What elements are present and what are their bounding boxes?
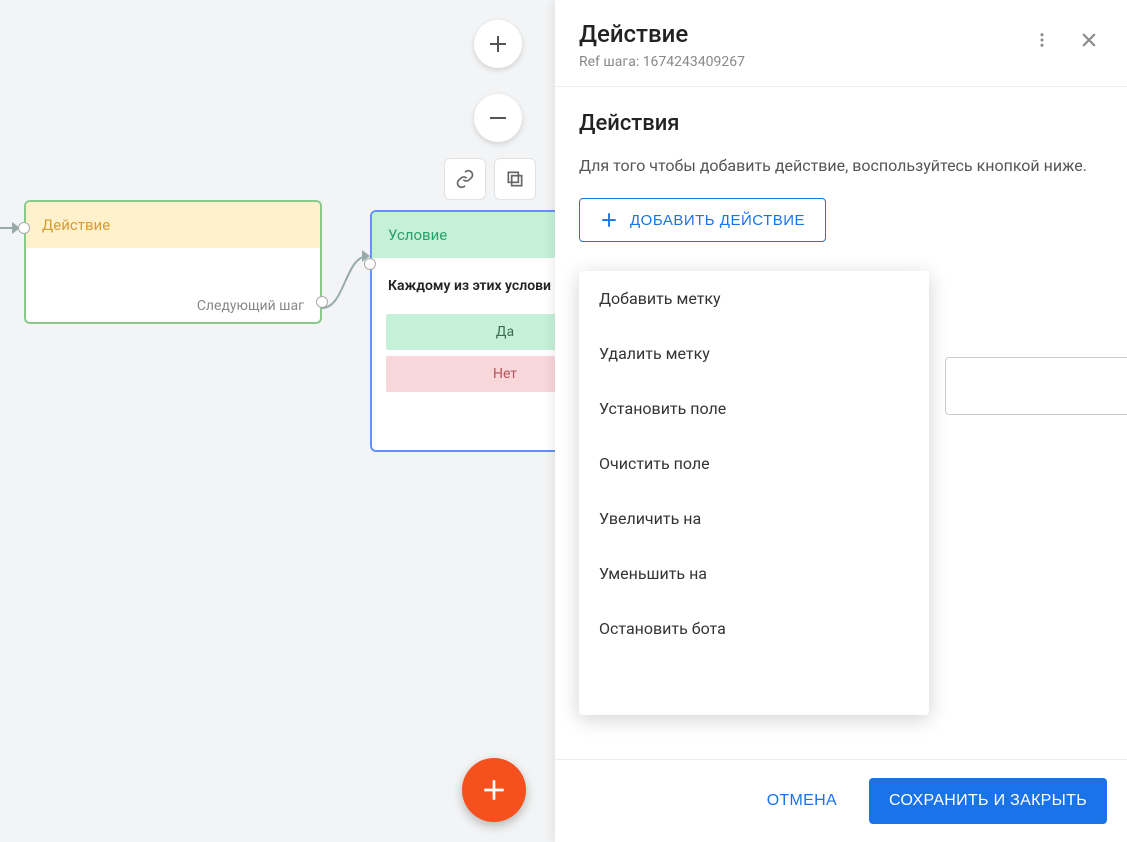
section-hint: Для того чтобы добавить действие, воспол… — [579, 154, 1103, 178]
dropdown-item-clear-field[interactable]: Очистить поле — [579, 436, 929, 491]
add-node-fab[interactable] — [462, 758, 526, 822]
zoom-out-button[interactable] — [474, 94, 522, 142]
copy-button[interactable] — [494, 158, 536, 200]
node-toolbar — [444, 158, 536, 200]
port-in-icon[interactable] — [18, 222, 30, 234]
save-close-button[interactable]: СОХРАНИТЬ И ЗАКРЫТЬ — [869, 778, 1107, 824]
panel-title: Действие — [579, 20, 745, 48]
dropdown-item-increase[interactable]: Увеличить на — [579, 491, 929, 546]
minus-icon — [488, 108, 508, 128]
action-dropdown[interactable]: Добавить метку Удалить метку Установить … — [579, 271, 929, 715]
zoom-in-button[interactable] — [474, 20, 522, 68]
dropdown-item-decrease[interactable]: Уменьшить на — [579, 546, 929, 601]
action-node[interactable]: Действие Следующий шаг — [24, 200, 322, 324]
close-icon — [1079, 30, 1099, 50]
add-action-label: ДОБАВИТЬ ДЕЙСТВИЕ — [630, 212, 805, 229]
port-in-icon[interactable] — [364, 258, 376, 270]
plus-icon — [600, 211, 618, 229]
dropdown-item-set-field[interactable]: Установить поле — [579, 381, 929, 436]
side-panel: Действие Ref шага: 1674243409267 Действи… — [555, 0, 1127, 842]
action-node-next-step: Следующий шаг — [197, 298, 304, 314]
add-action-button[interactable]: ДОБАВИТЬ ДЕЙСТВИЕ — [579, 198, 826, 242]
dropdown-item-add-label[interactable]: Добавить метку — [579, 271, 929, 326]
more-vert-icon — [1033, 31, 1051, 49]
copy-icon — [505, 169, 525, 189]
plus-icon — [488, 34, 508, 54]
flow-canvas[interactable]: Действие Следующий шаг Условие Каждому и… — [0, 0, 555, 842]
dropdown-item-stop-bot[interactable]: Остановить бота — [579, 601, 929, 656]
link-icon — [455, 169, 475, 189]
close-button[interactable] — [1075, 26, 1103, 57]
dropdown-item-remove-label[interactable]: Удалить метку — [579, 326, 929, 381]
panel-ref: Ref шага: 1674243409267 — [579, 54, 745, 70]
cancel-button[interactable]: ОТМЕНА — [753, 782, 851, 820]
action-node-title: Действие — [26, 202, 320, 248]
plus-icon — [481, 777, 507, 803]
panel-body: Действия Для того чтобы добавить действи… — [555, 87, 1127, 759]
panel-footer: ОТМЕНА СОХРАНИТЬ И ЗАКРЫТЬ — [555, 759, 1127, 842]
select-field[interactable] — [945, 357, 1127, 415]
port-out-icon[interactable] — [316, 296, 328, 308]
panel-header: Действие Ref шага: 1674243409267 — [555, 0, 1127, 87]
link-button[interactable] — [444, 158, 486, 200]
section-title: Действия — [579, 111, 1103, 136]
more-button[interactable] — [1029, 27, 1055, 56]
